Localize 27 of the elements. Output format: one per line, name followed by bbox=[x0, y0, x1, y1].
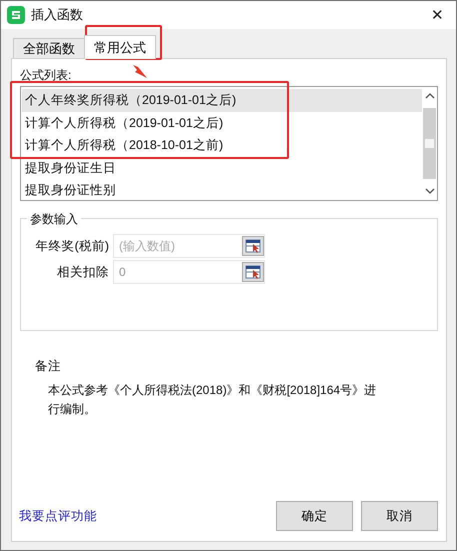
window-title: 插入函数 bbox=[31, 6, 84, 24]
tab[interactable]: 全部函数 bbox=[13, 38, 85, 58]
list-item[interactable]: 提取身份证性别 bbox=[22, 179, 422, 202]
field-label: 相关扣除 bbox=[56, 264, 110, 280]
cell-picker-icon[interactable] bbox=[242, 236, 264, 256]
input-field[interactable]: (输入数值) bbox=[113, 234, 265, 258]
list-item[interactable]: 计算个人所得税（2019-01-01之后) bbox=[22, 112, 422, 134]
dialog-button[interactable]: 取消 bbox=[361, 501, 438, 531]
tab[interactable]: 常用公式 bbox=[84, 35, 156, 59]
app-logo-icon bbox=[7, 6, 25, 24]
scroll-down-icon[interactable] bbox=[424, 188, 434, 194]
group-title: 参数输入 bbox=[27, 211, 81, 228]
list-item[interactable]: 计算个人所得税（2018-10-01之前) bbox=[22, 134, 422, 156]
scroll-up-icon[interactable] bbox=[424, 93, 434, 99]
list-label: 公式列表: bbox=[20, 67, 72, 84]
dialog-button[interactable]: 确定 bbox=[276, 501, 353, 531]
list-item[interactable]: 提取身份证生日 bbox=[22, 156, 422, 179]
value-input[interactable]: (输入数值) bbox=[114, 239, 242, 253]
cell-picker-icon[interactable] bbox=[242, 262, 264, 282]
annotation-arrow bbox=[132, 63, 148, 79]
list-item[interactable]: 个人年终奖所得税（2019-01-01之后) bbox=[22, 89, 422, 112]
scroll-thumb[interactable] bbox=[425, 139, 434, 148]
note-title: 备注 bbox=[35, 359, 61, 373]
feedback-link[interactable]: 我要点评功能 bbox=[19, 508, 276, 524]
close-button[interactable]: ✕ bbox=[427, 6, 448, 24]
field-label: 年终奖(税前) bbox=[34, 238, 110, 254]
note-text: 本公式参考《个人所得税法(2018)》和《财税[2018]164号》进行编制。 bbox=[48, 382, 378, 418]
